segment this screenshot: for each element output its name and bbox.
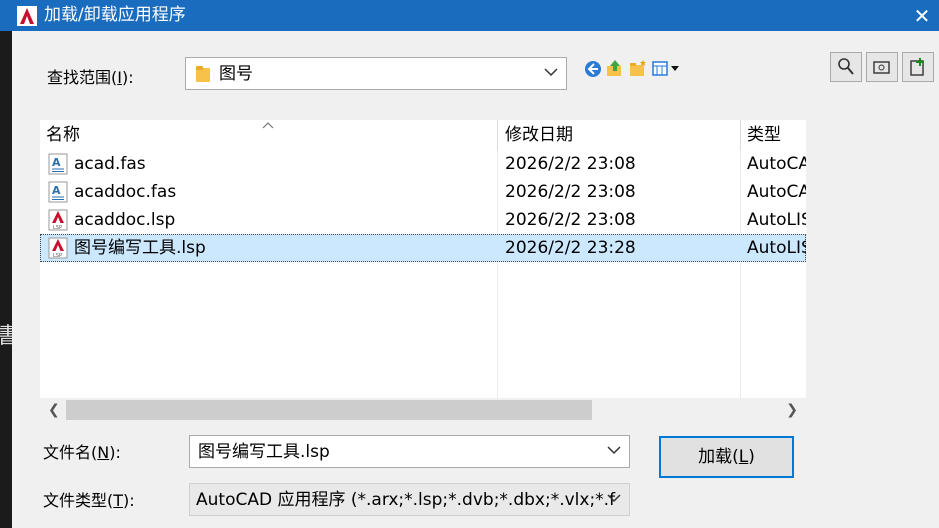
lookin-value: 图号: [219, 64, 253, 84]
filetype-label: 文件类型(T):: [43, 491, 135, 510]
close-button[interactable]: ✕: [905, 0, 939, 31]
magnifier-icon: [838, 58, 854, 75]
scroll-left-icon[interactable]: ❮: [48, 401, 60, 419]
folder-search-icon: [873, 61, 890, 74]
file-row[interactable]: Aacad.fas 2026/2/2 23:08 AutoCAD: [40, 150, 806, 178]
file-modified: 2026/2/2 23:28: [505, 238, 636, 258]
svg-text:LSP: LSP: [53, 225, 62, 231]
lookin-label: 查找范围(I):: [47, 68, 134, 87]
file-row[interactable]: LSP 图号编写工具.lsp 2026/2/2 23:28 AutoLISP: [40, 234, 806, 262]
file-row[interactable]: LSP acaddoc.lsp 2026/2/2 23:08 AutoLISP: [40, 206, 806, 234]
close-icon: ✕: [913, 3, 931, 28]
file-name: acaddoc.lsp: [74, 210, 176, 230]
file-name: acad.fas: [74, 154, 146, 174]
lookin-combobox[interactable]: 图号: [185, 57, 567, 90]
file-row[interactable]: Aacaddoc.fas 2026/2/2 23:08 AutoCAD: [40, 178, 806, 206]
file-type: AutoLISP: [747, 210, 806, 230]
fas-file-icon: A: [48, 181, 68, 203]
folder-icon: [196, 66, 210, 82]
view-menu-icon[interactable]: [652, 60, 684, 78]
add-to-list-button[interactable]: [902, 52, 934, 82]
svg-text:A: A: [52, 184, 61, 197]
lsp-file-icon: LSP: [48, 209, 68, 231]
column-header-name[interactable]: 名称: [46, 120, 80, 150]
file-modified: 2026/2/2 23:08: [505, 182, 636, 202]
new-folder-icon[interactable]: [629, 59, 647, 77]
background-window: 書: [0, 0, 19, 528]
sort-ascending-icon: [262, 122, 274, 129]
chevron-down-icon: [544, 68, 558, 77]
file-modified: 2026/2/2 23:08: [505, 210, 636, 230]
filetype-value: AutoCAD 应用程序 (*.arx;*.lsp;*.dvb;*.dbx;*.…: [196, 490, 616, 510]
filename-label: 文件名(N):: [43, 443, 121, 462]
autocad-app-icon: [17, 6, 37, 26]
file-type: AutoCAD: [747, 154, 806, 174]
dialog-title: 加载/卸载应用程序: [44, 5, 186, 25]
file-name: acaddoc.fas: [74, 182, 177, 202]
filename-input[interactable]: 图号编写工具.lsp: [198, 441, 330, 463]
up-folder-icon[interactable]: [606, 59, 624, 77]
file-name: 图号编写工具.lsp: [74, 238, 206, 258]
scroll-right-icon[interactable]: ❯: [786, 401, 798, 419]
load-button[interactable]: 加载(L): [659, 436, 794, 478]
file-type: AutoLISP: [747, 238, 806, 258]
svg-text:LSP: LSP: [53, 253, 62, 259]
scroll-thumb[interactable]: [66, 400, 592, 420]
fas-file-icon: A: [48, 153, 68, 175]
horizontal-scrollbar[interactable]: ❮ ❯: [40, 398, 806, 422]
column-divider[interactable]: [497, 120, 498, 150]
title-bar: 加载/卸载应用程序 ✕: [0, 0, 939, 31]
column-divider[interactable]: [740, 120, 741, 150]
column-header-modified[interactable]: 修改日期: [505, 120, 573, 150]
back-icon[interactable]: [584, 60, 602, 78]
file-type: AutoCAD: [747, 182, 806, 202]
file-list[interactable]: 名称 修改日期 类型 Aacad.fas 2026/2/2 23:08 AutoCA…: [40, 120, 806, 422]
filetype-select[interactable]: AutoCAD 应用程序 (*.arx;*.lsp;*.dvb;*.dbx;*.…: [189, 483, 630, 516]
find-file-button[interactable]: [830, 52, 862, 82]
svg-text:A: A: [52, 156, 61, 169]
add-file-icon: [910, 58, 924, 76]
chevron-down-icon: [607, 446, 621, 455]
locate-folder-button[interactable]: [866, 52, 898, 82]
file-modified: 2026/2/2 23:08: [505, 154, 636, 174]
load-unload-dialog: 加载/卸载应用程序 ✕ 查找范围(I): 图号 名称 修改日期 类型 A aca…: [0, 0, 939, 528]
lsp-file-icon: LSP: [48, 237, 68, 259]
column-header-type[interactable]: 类型: [747, 120, 781, 150]
chevron-down-icon: [607, 494, 621, 503]
filename-combobox[interactable]: 图号编写工具.lsp: [189, 435, 630, 468]
